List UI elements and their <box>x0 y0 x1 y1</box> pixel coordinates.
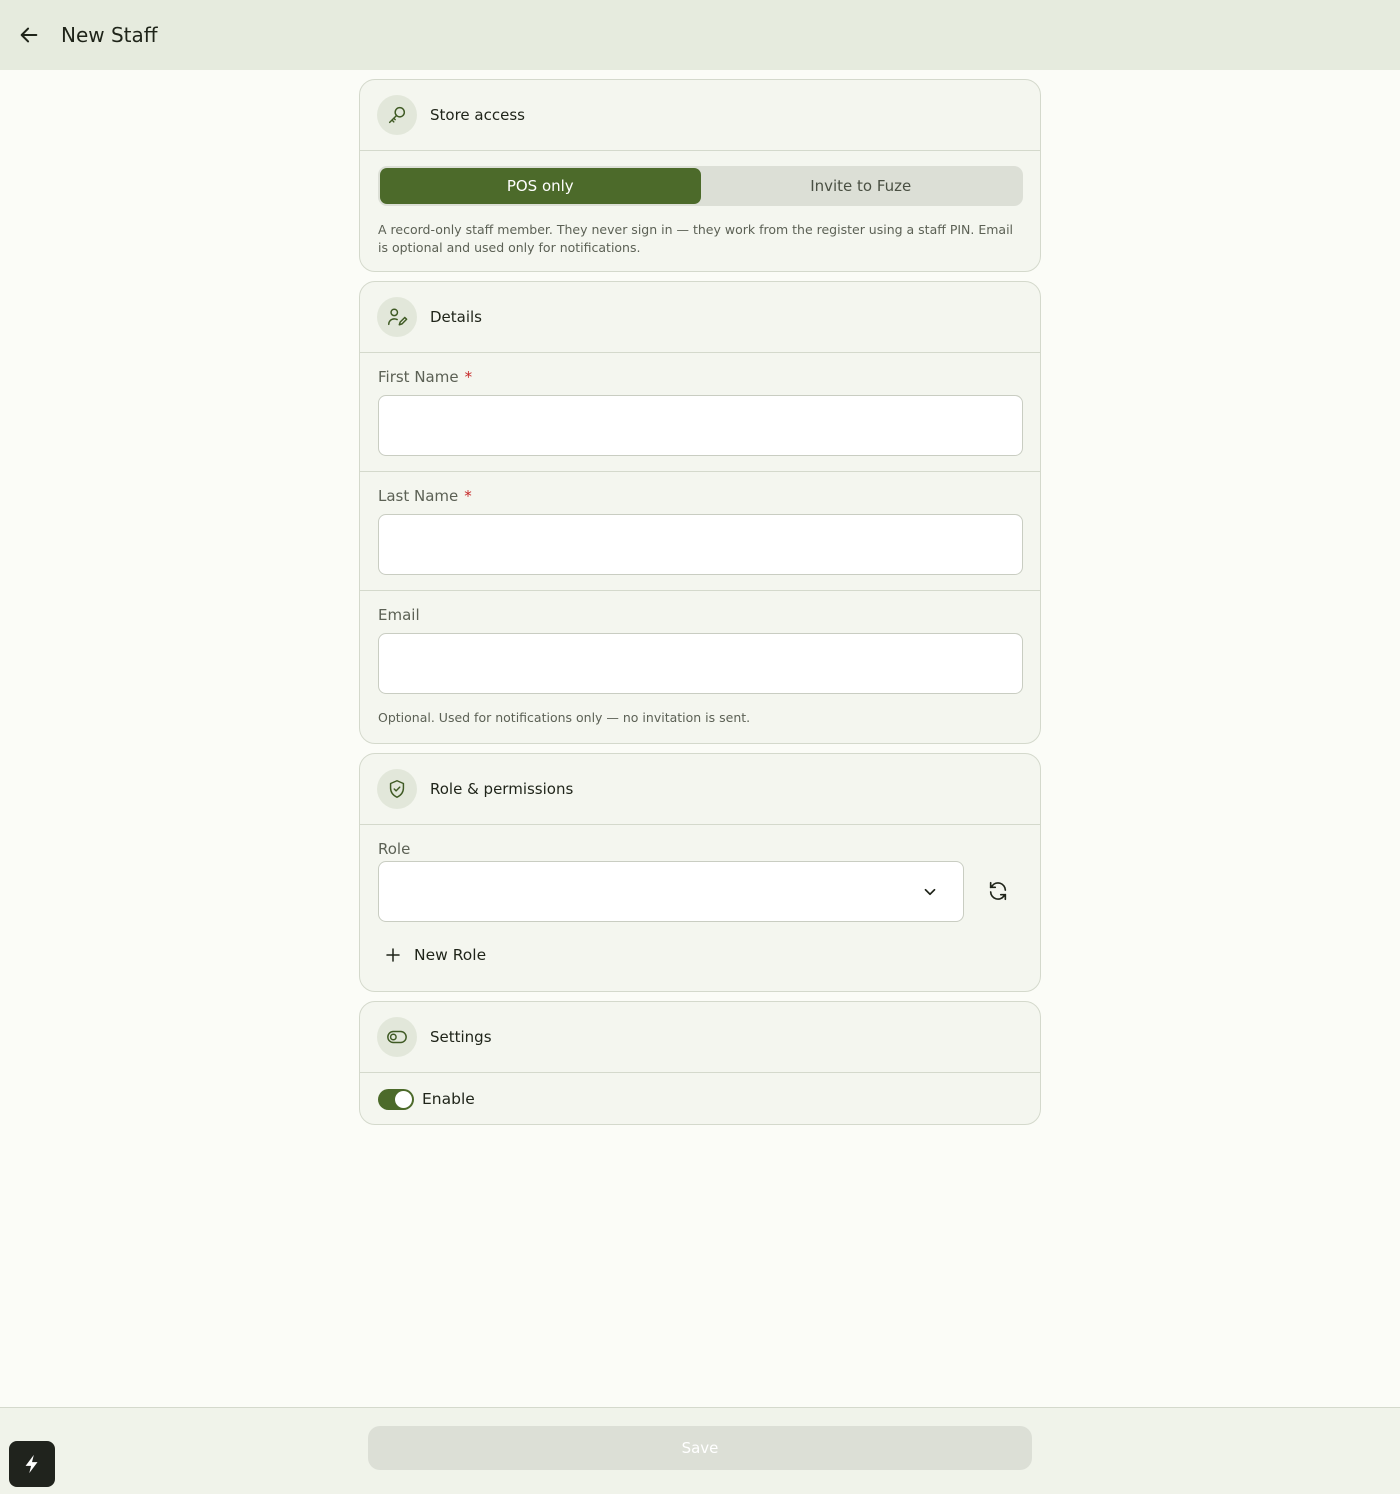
role-select[interactable] <box>378 861 964 922</box>
first-name-input[interactable] <box>378 395 1023 456</box>
email-input[interactable] <box>378 633 1023 694</box>
quick-action-button[interactable] <box>9 1441 55 1487</box>
store-access-card: Store access POS only Invite to Fuze A r… <box>359 79 1041 272</box>
chevron-down-icon <box>924 888 936 895</box>
store-access-help: A record-only staff member. They never s… <box>378 222 1014 255</box>
first-name-label: First Name * <box>378 368 472 386</box>
back-button[interactable] <box>9 15 49 55</box>
details-title: Details <box>430 308 483 326</box>
save-button[interactable]: Save <box>368 1426 1032 1470</box>
last-name-block: Last Name * <box>360 472 1040 591</box>
refresh-icon <box>989 881 1007 901</box>
segment-pos-only[interactable]: POS only <box>380 168 701 204</box>
role-header: Role & permissions <box>360 754 1040 825</box>
email-help: Optional. Used for notifications only — … <box>378 710 751 725</box>
plus-icon <box>386 948 400 962</box>
page-title: New Staff <box>61 23 158 47</box>
details-card: Details First Name * Last Name * Email Opt… <box>359 281 1041 744</box>
enable-toggle[interactable] <box>378 1089 414 1110</box>
settings-card: Settings Enable <box>359 1001 1041 1125</box>
required-mark: * <box>464 368 473 386</box>
first-name-block: First Name * <box>360 353 1040 472</box>
key-icon <box>377 95 417 135</box>
role-label: Role <box>378 840 411 858</box>
refresh-roles-button[interactable] <box>978 871 1018 911</box>
first-name-label-text: First Name <box>378 368 459 386</box>
email-label: Email <box>378 606 420 624</box>
last-name-input[interactable] <box>378 514 1023 575</box>
role-title: Role & permissions <box>430 780 574 798</box>
store-access-header: Store access <box>360 80 1040 151</box>
settings-title: Settings <box>430 1028 492 1046</box>
new-role-label: New Role <box>414 946 487 964</box>
details-header: Details <box>360 282 1040 353</box>
top-app-bar: New Staff <box>0 0 1400 70</box>
user-edit-icon <box>377 297 417 337</box>
role-permissions-card: Role & permissions Role New Role <box>359 753 1041 992</box>
store-access-title: Store access <box>430 106 525 124</box>
required-mark: * <box>464 487 472 505</box>
toggle-icon <box>377 1017 417 1057</box>
lightning-icon <box>25 1454 38 1474</box>
settings-header: Settings <box>360 1002 1040 1073</box>
bottom-action-bar: Save <box>0 1407 1400 1494</box>
arrow-left-icon <box>20 27 38 43</box>
last-name-label: Last Name * <box>378 487 472 505</box>
shield-check-icon <box>377 769 417 809</box>
access-mode-segmented-control: POS only Invite to Fuze <box>378 166 1023 206</box>
segment-invite-to-fuze[interactable]: Invite to Fuze <box>701 168 1022 204</box>
last-name-label-text: Last Name <box>378 487 459 505</box>
enable-label: Enable <box>422 1090 475 1108</box>
email-block: Email Optional. Used for notifications o… <box>360 591 1040 743</box>
new-role-button[interactable]: New Role <box>384 941 486 969</box>
